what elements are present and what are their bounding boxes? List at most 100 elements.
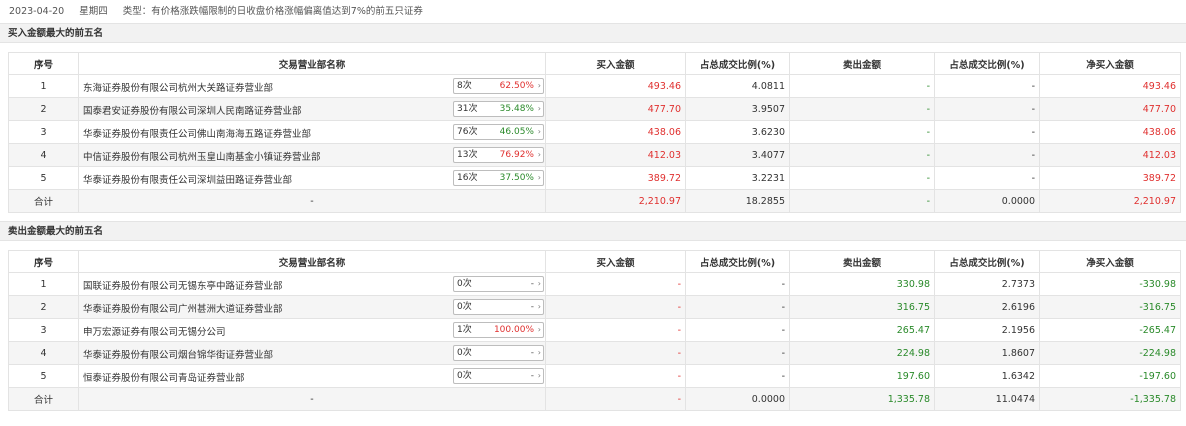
dept-cell: 华泰证券股份有限责任公司佛山南海海五路证券营业部 76次 46.05% ›	[78, 120, 546, 144]
win-rate-dropdown[interactable]: 13次 76.92% ›	[453, 147, 544, 163]
sell-amount: -	[789, 97, 935, 121]
win-rate-dropdown[interactable]: 0次 - ›	[453, 368, 544, 384]
chevron-right-icon: ›	[537, 104, 541, 113]
dept-name-link[interactable]: 中信证券股份有限公司杭州玉皇山南基金小镇证券营业部	[83, 149, 321, 163]
total-net: 2,210.97	[1039, 189, 1181, 213]
trade-count: 31次	[457, 104, 478, 114]
win-rate: -	[530, 348, 534, 358]
win-rate: 100.00%	[493, 325, 534, 335]
win-rate: -	[530, 279, 534, 289]
buy-amount: -	[545, 272, 686, 296]
total-buy: -	[545, 387, 686, 411]
table-row: 5 华泰证券股份有限责任公司深圳益田路证券营业部 16次 37.50% › 389.72 3…	[8, 166, 1181, 190]
win-rate: 35.48%	[499, 104, 534, 114]
weekday: 星期四	[79, 6, 108, 17]
trade-count: 0次	[457, 302, 472, 312]
dept-name-link[interactable]: 华泰证券股份有限公司广州甚洲大道证券营业部	[83, 301, 283, 315]
buy-ratio: 3.2231	[685, 166, 790, 190]
table-row: 2 国泰君安证券股份有限公司深圳人民南路证券营业部 31次 35.48% › 477.70…	[8, 97, 1181, 121]
row-index: 2	[8, 295, 79, 319]
total-buy-ratio: 0.0000	[685, 387, 790, 411]
buy-ratio: -	[685, 318, 790, 342]
sell-amount: -	[789, 166, 935, 190]
dept-name-link[interactable]: 华泰证券股份有限责任公司佛山南海海五路证券营业部	[83, 126, 311, 140]
dept-cell: 华泰证券股份有限公司烟台锦华街证券营业部 0次 - ›	[78, 341, 546, 365]
dept-cell: 恒泰证券股份有限公司青岛证券营业部 0次 - ›	[78, 364, 546, 388]
chevron-right-icon: ›	[537, 127, 541, 136]
total-dept: -	[78, 387, 546, 411]
dept-name-link[interactable]: 恒泰证券股份有限公司青岛证券营业部	[83, 370, 245, 384]
col-net-amount: 净买入金额	[1039, 52, 1181, 75]
win-rate-dropdown[interactable]: 0次 - ›	[453, 299, 544, 315]
sell-table-wrapper: 序号 交易营业部名称 买入金额 占总成交比例(%) 卖出金额 占总成交比例(%)…	[0, 241, 1186, 411]
buy-amount: 438.06	[545, 120, 686, 144]
win-rate-dropdown[interactable]: 0次 - ›	[453, 345, 544, 361]
col-index: 序号	[8, 52, 79, 75]
win-rate-dropdown[interactable]: 0次 - ›	[453, 276, 544, 292]
win-rate-dropdown[interactable]: 1次 100.00% ›	[453, 322, 544, 338]
sell-amount: 265.47	[789, 318, 935, 342]
table-row: 2 华泰证券股份有限公司广州甚洲大道证券营业部 0次 - › - -316.75 2.6196…	[8, 295, 1181, 319]
dept-name-link[interactable]: 华泰证券股份有限公司烟台锦华街证券营业部	[83, 347, 273, 361]
trade-count: 0次	[457, 279, 472, 289]
dept-name-link[interactable]: 华泰证券股份有限责任公司深圳益田路证券营业部	[83, 172, 292, 186]
row-index: 1	[8, 74, 79, 98]
sell-amount: 316.75	[789, 295, 935, 319]
table-row: 4 华泰证券股份有限公司烟台锦华街证券营业部 0次 - › - -224.98 1.8607-…	[8, 341, 1181, 365]
row-index: 5	[8, 364, 79, 388]
total-buy-ratio: 18.2855	[685, 189, 790, 213]
dept-name-link[interactable]: 国联证券股份有限公司无锡东亭中路证券营业部	[83, 278, 283, 292]
row-index: 4	[8, 341, 79, 365]
sell-ratio: 1.6342	[934, 364, 1040, 388]
win-rate: 46.05%	[499, 127, 534, 137]
dept-cell: 国泰君安证券股份有限公司深圳人民南路证券营业部 31次 35.48% ›	[78, 97, 546, 121]
sell-ratio: -	[934, 166, 1040, 190]
buy-section-title: 买入金额最大的前五名	[0, 23, 1186, 43]
sell-amount: 197.60	[789, 364, 935, 388]
table-row: 1 东海证券股份有限公司杭州大关路证券营业部 8次 62.50% › 493.46 4.08…	[8, 74, 1181, 98]
top-info-line: 2023-04-20 星期四 类型：有价格涨跌幅限制的日收盘价格涨幅偏离值达到7…	[0, 0, 1186, 23]
net-amount: -197.60	[1039, 364, 1181, 388]
win-rate: -	[530, 302, 534, 312]
col-sell-amount: 卖出金额	[789, 52, 935, 75]
trade-count: 16次	[457, 173, 478, 183]
dept-name-link[interactable]: 东海证券股份有限公司杭州大关路证券营业部	[83, 80, 273, 94]
win-rate-dropdown[interactable]: 76次 46.05% ›	[453, 124, 544, 140]
sell-ratio: 1.8607	[934, 341, 1040, 365]
dept-cell: 申万宏源证券有限公司无锡分公司 1次 100.00% ›	[78, 318, 546, 342]
buy-amount: -	[545, 295, 686, 319]
chevron-right-icon: ›	[537, 371, 541, 380]
dept-name-link[interactable]: 国泰君安证券股份有限公司深圳人民南路证券营业部	[83, 103, 302, 117]
sell-ratio: 2.7373	[934, 272, 1040, 296]
win-rate-dropdown[interactable]: 8次 62.50% ›	[453, 78, 544, 94]
sell-amount: -	[789, 120, 935, 144]
win-rate-dropdown[interactable]: 31次 35.48% ›	[453, 101, 544, 117]
buy-amount: 477.70	[545, 97, 686, 121]
net-amount: 389.72	[1039, 166, 1181, 190]
col-buy-ratio: 占总成交比例(%)	[685, 52, 790, 75]
sell-ratio: 2.6196	[934, 295, 1040, 319]
chevron-right-icon: ›	[537, 279, 541, 288]
row-index: 2	[8, 97, 79, 121]
win-rate-dropdown[interactable]: 16次 37.50% ›	[453, 170, 544, 186]
total-dept: -	[78, 189, 546, 213]
buy-amount: -	[545, 341, 686, 365]
net-amount: 438.06	[1039, 120, 1181, 144]
sell-ratio: 2.1956	[934, 318, 1040, 342]
chevron-right-icon: ›	[537, 348, 541, 357]
sell-amount: -	[789, 143, 935, 167]
total-sell-ratio: 0.0000	[934, 189, 1040, 213]
buy-amount: -	[545, 318, 686, 342]
net-amount: 493.46	[1039, 74, 1181, 98]
dept-name-link[interactable]: 申万宏源证券有限公司无锡分公司	[83, 324, 226, 338]
chevron-right-icon: ›	[537, 325, 541, 334]
col-dept-name: 交易营业部名称	[78, 250, 546, 273]
sell-ratio: -	[934, 120, 1040, 144]
sell-amount: 330.98	[789, 272, 935, 296]
table-row: 4 中信证券股份有限公司杭州玉皇山南基金小镇证券营业部 13次 76.92% › 412.…	[8, 143, 1181, 167]
dept-cell: 华泰证券股份有限责任公司深圳益田路证券营业部 16次 37.50% ›	[78, 166, 546, 190]
net-amount: -224.98	[1039, 341, 1181, 365]
sell-amount: 224.98	[789, 341, 935, 365]
win-rate: 62.50%	[499, 81, 534, 91]
net-amount: -265.47	[1039, 318, 1181, 342]
